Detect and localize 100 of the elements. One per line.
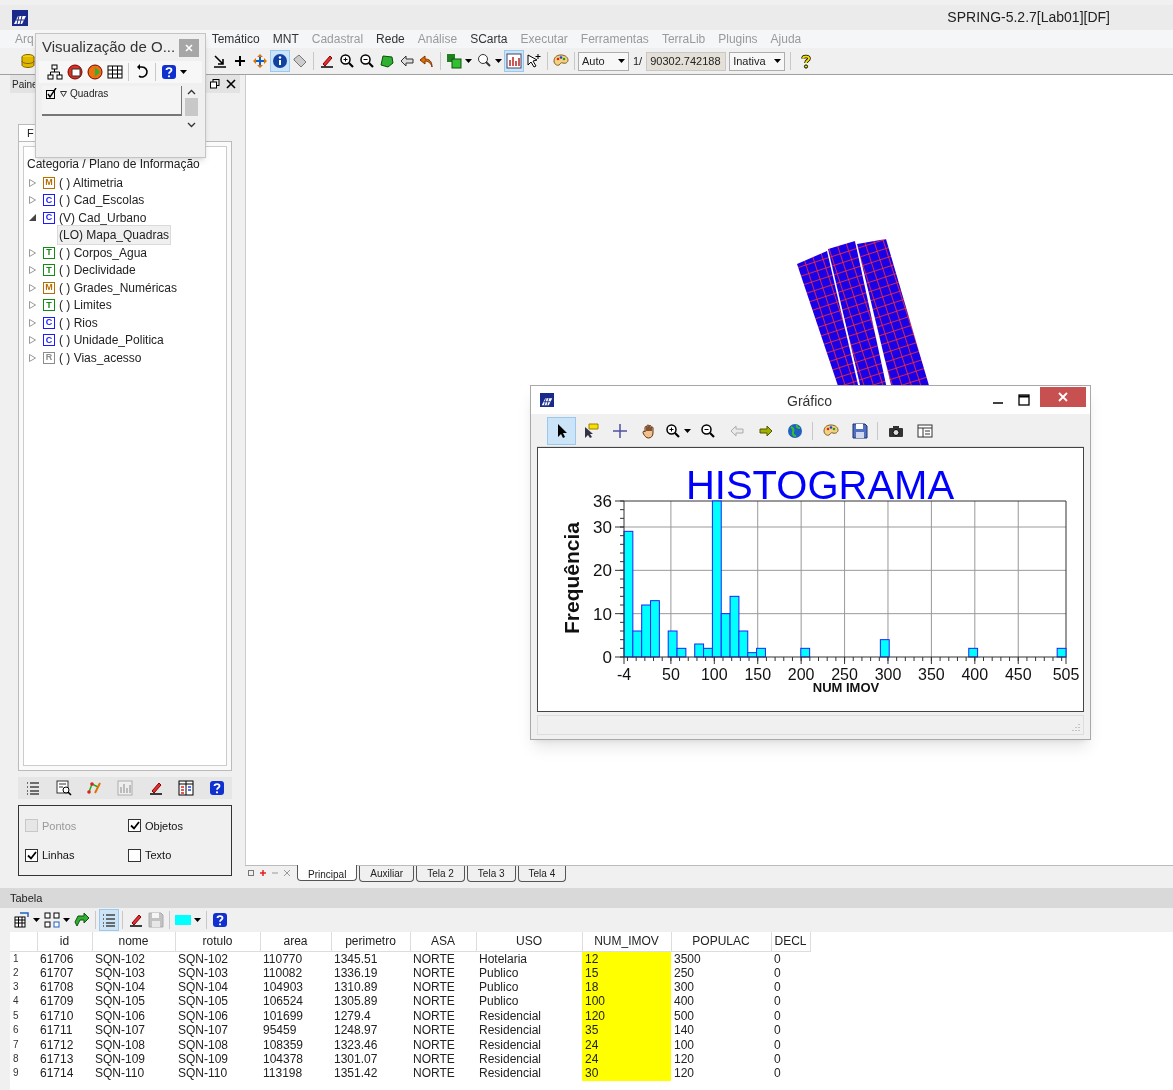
- column-header[interactable]: rotulo: [175, 932, 260, 951]
- tree-item[interactable]: (V) Cad_Urbano: [59, 208, 147, 227]
- chart-title: HISTOGRAMA: [685, 463, 955, 507]
- canvas-tab[interactable]: Principal: [297, 865, 358, 881]
- mode-combo[interactable]: Inativa: [729, 51, 786, 71]
- row-number: 7: [12, 1037, 20, 1052]
- column-header[interactable]: POPULAC: [671, 932, 771, 951]
- column-header[interactable]: DECL: [771, 932, 810, 951]
- row-number: 1: [10, 951, 37, 966]
- layers-icon: [446, 53, 462, 69]
- menu-item[interactable]: SCarta: [470, 30, 508, 48]
- tick-label: 300: [874, 666, 902, 683]
- polygon-icon: [379, 53, 395, 69]
- table-cell-text: 1279.4: [333, 1008, 372, 1024]
- tree-item[interactable]: ( ) Vias_acesso: [59, 348, 142, 367]
- table-cell-text: 95459: [262, 1023, 298, 1038]
- resize-grip-icon[interactable]: [1072, 723, 1080, 731]
- tree-item[interactable]: ( ) Corpos_Agua: [59, 243, 148, 262]
- pencil-icon: [319, 53, 335, 69]
- canvas-tab[interactable]: Tela 3: [466, 866, 516, 882]
- tree-item[interactable]: ( ) Rios: [59, 313, 98, 332]
- column-header[interactable]: id: [37, 932, 92, 951]
- canvas-tab[interactable]: Tela 2: [416, 866, 465, 882]
- restore-icon[interactable]: [210, 79, 220, 89]
- tree-item[interactable]: ( ) Declividade: [59, 261, 136, 280]
- bar: [1056, 647, 1067, 658]
- row-number: 5: [12, 1008, 20, 1023]
- panel-tab[interactable]: F: [18, 124, 36, 141]
- menu-item[interactable]: MNT: [272, 30, 299, 48]
- column-header[interactable]: perimetro: [331, 932, 410, 951]
- scale-field[interactable]: 90302.742188: [646, 51, 727, 71]
- tree-item[interactable]: ( ) Grades_Numéricas: [59, 278, 178, 297]
- column-header[interactable]: USO: [476, 932, 582, 951]
- column-header[interactable]: nome: [92, 932, 175, 951]
- expand-arrow-icon[interactable]: [29, 214, 36, 222]
- table-cell: 110770: [260, 951, 331, 966]
- help-icon: [212, 912, 228, 928]
- table-cell-text: 0: [773, 1023, 782, 1038]
- scroll-up-icon[interactable]: [187, 89, 196, 95]
- table-cell-text: 101699: [262, 1008, 305, 1024]
- tree-item[interactable]: ( ) Unidade_Politica: [59, 331, 164, 350]
- close-icon[interactable]: [226, 79, 236, 89]
- table-button[interactable]: [12, 909, 42, 931]
- table-cell: 100: [671, 1037, 771, 1052]
- chart-button[interactable]: [504, 50, 524, 72]
- checkbox[interactable]: [46, 88, 57, 99]
- maximize-icon[interactable]: [1018, 394, 1030, 406]
- tree-item[interactable]: ( ) Limites: [59, 296, 112, 315]
- table-cell-text: NORTE: [412, 1066, 456, 1081]
- window-title: Visualização de O...: [42, 37, 176, 58]
- tree-item[interactable]: ( ) Altimetria: [59, 173, 123, 192]
- table-cell-text: 0: [773, 1051, 782, 1067]
- table-cell: SQN-102: [175, 951, 260, 966]
- menu-item[interactable]: Rede: [376, 30, 405, 48]
- table-cell: 35: [582, 1023, 671, 1038]
- scroll-down-icon[interactable]: [187, 122, 196, 128]
- checkbox[interactable]: [128, 848, 141, 862]
- table-cell: 0: [771, 951, 810, 966]
- plus-icon[interactable]: [259, 869, 267, 877]
- zoom-out-icon: [699, 423, 716, 439]
- category-badge: C: [43, 194, 55, 207]
- legend-icon: [178, 780, 195, 796]
- tick-label: 505: [1052, 666, 1080, 683]
- scale-label: 1/: [633, 53, 643, 69]
- canvas-tab[interactable]: Auxiliar: [359, 866, 415, 882]
- checkbox[interactable]: [128, 819, 141, 833]
- layer-item[interactable]: Quadras: [70, 86, 109, 101]
- info-button[interactable]: [270, 50, 290, 72]
- canvas-tab[interactable]: Tela 4: [517, 866, 567, 882]
- column-header[interactable]: ASA: [410, 932, 476, 951]
- tree-item[interactable]: (LO) Mapa_Quadras: [57, 225, 172, 246]
- scrollbar-thumb[interactable]: [185, 98, 198, 116]
- table-cell-text: 1336.19: [333, 965, 379, 980]
- cursor-icon: [526, 53, 542, 69]
- table-cell-text: SQN-106: [177, 1008, 230, 1024]
- tree-item[interactable]: ( ) Cad_Escolas: [59, 191, 145, 210]
- table-cell-text: 61709: [39, 994, 75, 1009]
- column-header[interactable]: area: [260, 932, 331, 951]
- tick-label: 150: [744, 666, 772, 683]
- forward-icon: [757, 423, 774, 439]
- scale-combo[interactable]: Auto: [578, 51, 629, 71]
- category-badge: T: [43, 246, 55, 259]
- tree-button[interactable]: [45, 61, 65, 83]
- hand-icon: [640, 423, 657, 439]
- vertex-icon: [86, 780, 103, 796]
- table-cell: 400: [671, 994, 771, 1009]
- table-cell-text: 113198: [262, 1066, 304, 1081]
- window-title: Gráfico: [787, 392, 833, 411]
- nodes-button[interactable]: [42, 909, 72, 931]
- pointer-button[interactable]: [547, 417, 576, 445]
- list-button[interactable]: [99, 909, 119, 931]
- table-cell: 30: [582, 1066, 671, 1081]
- close-button[interactable]: [1040, 387, 1086, 407]
- row-number: 9: [12, 1066, 20, 1081]
- category-badge: M: [43, 281, 55, 294]
- checkbox[interactable]: [25, 848, 38, 862]
- table-cell-text: SQN-103: [94, 965, 147, 980]
- column-header[interactable]: NUM_IMOV: [582, 932, 671, 951]
- menu-item[interactable]: Temático: [211, 30, 260, 48]
- check-icon: [129, 821, 140, 831]
